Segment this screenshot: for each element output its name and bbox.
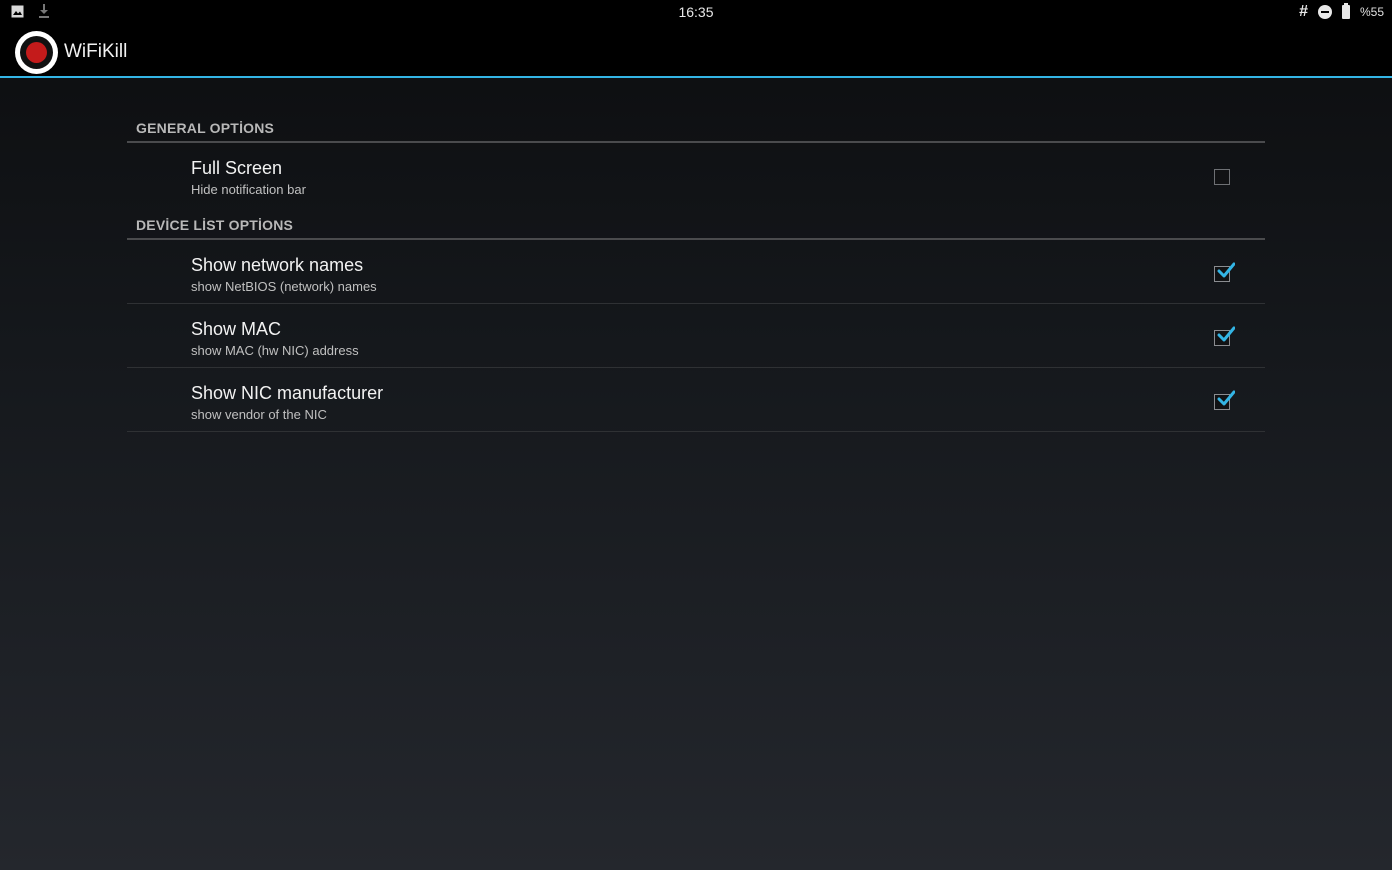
pref-title: Show network names	[191, 255, 364, 275]
pref-show-network-names[interactable]: Show network names show NetBIOS (network…	[127, 240, 1265, 304]
checkmark-icon	[1217, 262, 1235, 278]
app-title: WiFiKill	[64, 41, 128, 62]
preferences-list: GENERAL OPTİONS Full Screen Hide notific…	[127, 110, 1265, 432]
battery-icon	[1341, 3, 1350, 19]
status-bar: 16:35 # %55	[0, 0, 1392, 25]
do-not-disturb-icon	[1317, 5, 1332, 19]
pref-full-screen[interactable]: Full Screen Hide notification bar	[127, 143, 1265, 207]
pref-show-mac[interactable]: Show MAC show MAC (hw NIC) address	[127, 304, 1265, 368]
pref-title: Full Screen	[191, 158, 283, 178]
hash-icon: #	[1299, 3, 1308, 20]
checkmark-icon	[1217, 326, 1235, 342]
pref-show-nic-manufacturer[interactable]: Show NIC manufacturer show vendor of the…	[127, 368, 1265, 432]
status-time: 16:35	[678, 4, 714, 20]
wifikill-logo-icon[interactable]	[15, 31, 58, 74]
category-device-list-options: DEVİCE LİST OPTİONS	[127, 207, 1265, 240]
status-right-icons: # %55	[1299, 3, 1384, 21]
action-bar: WiFiKill	[0, 25, 1392, 78]
pref-title: Show NIC manufacturer	[191, 383, 384, 403]
category-general-options: GENERAL OPTİONS	[127, 110, 1265, 143]
pref-summary: show MAC (hw NIC) address	[191, 343, 359, 358]
full-screen-checkbox[interactable]	[1214, 169, 1230, 185]
screen: 16:35 # %55 WiFiKill GENERAL OPTİONS Ful…	[0, 0, 1392, 870]
pref-summary: Hide notification bar	[191, 182, 306, 197]
pref-title: Show MAC	[191, 319, 282, 339]
show-mac-checkbox[interactable]	[1214, 326, 1235, 346]
checkmark-icon	[1217, 390, 1235, 406]
battery-percentage: %55	[1359, 5, 1384, 19]
show-nic-manufacturer-checkbox[interactable]	[1214, 390, 1235, 410]
show-network-names-checkbox[interactable]	[1214, 262, 1235, 282]
pref-summary: show vendor of the NIC	[191, 407, 327, 422]
pref-summary: show NetBIOS (network) names	[191, 279, 377, 294]
